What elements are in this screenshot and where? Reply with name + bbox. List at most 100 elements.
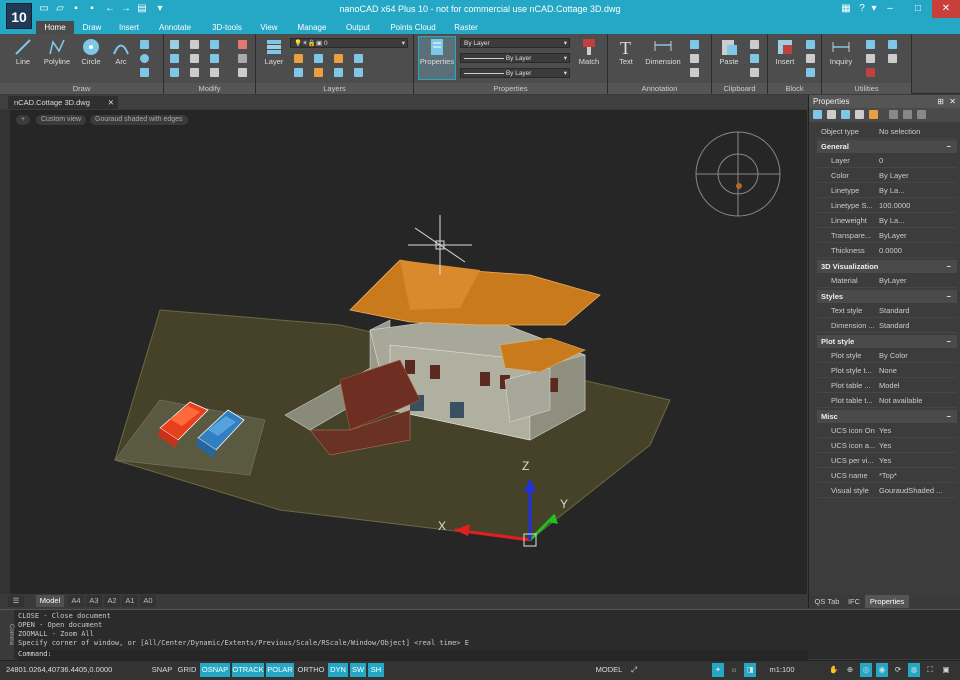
property-row[interactable]: Transpare... ByLayer: [817, 229, 957, 243]
layout-menu-icon[interactable]: ☰: [8, 595, 24, 607]
tab-3d-tools[interactable]: 3D-tools: [204, 21, 250, 34]
stretch-icon[interactable]: [170, 68, 179, 77]
highlight-icon[interactable]: [869, 110, 878, 119]
rectangle-icon[interactable]: [140, 40, 149, 49]
calculator-icon[interactable]: [888, 54, 897, 63]
categorize-icon[interactable]: [903, 110, 912, 119]
property-section[interactable]: Plot style −: [817, 335, 957, 348]
panel-close-icon[interactable]: ✕: [949, 95, 956, 108]
ribbon-toggle-icon[interactable]: ▦: [840, 3, 852, 15]
tab-insert[interactable]: Insert: [112, 21, 146, 34]
paste-button[interactable]: Paste: [714, 37, 744, 66]
property-row[interactable]: UCS icon On Yes: [817, 424, 957, 438]
property-row[interactable]: Text style Standard: [817, 304, 957, 318]
sort-icon[interactable]: [889, 110, 898, 119]
leader-icon[interactable]: [690, 40, 699, 49]
command-input[interactable]: Command:: [18, 650, 808, 660]
property-row[interactable]: Material ByLayer: [817, 274, 957, 288]
scale-icon[interactable]: [190, 68, 199, 77]
property-row[interactable]: UCS icon a... Yes: [817, 439, 957, 453]
zoom-window-icon[interactable]: ◎: [860, 663, 872, 677]
tab-properties[interactable]: Properties: [865, 595, 909, 608]
table-icon[interactable]: [690, 68, 699, 77]
property-row[interactable]: Color By Layer: [817, 169, 957, 183]
text-button[interactable]: T Text: [612, 37, 640, 66]
hatch-icon[interactable]: [140, 68, 149, 77]
layer-match-icon[interactable]: [294, 68, 303, 77]
command-window-handle[interactable]: Comma: [0, 610, 14, 660]
lightbulb-icon[interactable]: ☼: [728, 663, 740, 677]
grid-toggle[interactable]: GRID: [176, 663, 198, 677]
trim-icon[interactable]: [210, 40, 219, 49]
property-row[interactable]: Plot table t... Not available: [817, 394, 957, 408]
close-button[interactable]: ✕: [932, 0, 960, 18]
property-row[interactable]: Linetype By La...: [817, 184, 957, 198]
layer-unlock-icon[interactable]: [334, 68, 343, 77]
tab-home[interactable]: Home: [36, 21, 74, 34]
view-compass[interactable]: [695, 131, 781, 217]
collapse-icon[interactable]: −: [947, 290, 951, 303]
arc-button[interactable]: Arc: [108, 37, 134, 66]
tab-draw[interactable]: Draw: [76, 21, 108, 34]
sh-toggle[interactable]: SH: [368, 663, 384, 677]
copy-clip-icon[interactable]: [750, 54, 759, 63]
drawing-viewport[interactable]: + Custom view Gouraud shaded with edges: [10, 110, 807, 594]
property-row[interactable]: Plot style By Color: [817, 349, 957, 363]
cut-icon[interactable]: [750, 40, 759, 49]
property-row[interactable]: Plot table ... Model: [817, 379, 957, 393]
minimize-button[interactable]: –: [876, 0, 904, 18]
move-icon[interactable]: [170, 40, 179, 49]
viewport-lock-icon[interactable]: ⤢: [628, 663, 640, 677]
quick-select-panel-icon[interactable]: [841, 110, 850, 119]
sw-toggle[interactable]: SW: [350, 663, 366, 677]
app-logo[interactable]: 10: [6, 3, 32, 29]
document-tab-close-icon[interactable]: ✕: [108, 96, 114, 109]
id-point-icon[interactable]: [866, 54, 875, 63]
layout-tab-a0[interactable]: A0: [140, 595, 156, 607]
tab-output[interactable]: Output: [338, 21, 378, 34]
attribute-icon[interactable]: [806, 68, 815, 77]
property-row[interactable]: Visual style GouraudShaded ...: [817, 484, 957, 498]
color-combo[interactable]: By Layer ▾: [460, 38, 570, 48]
circle-button[interactable]: Circle: [76, 37, 106, 66]
orbit-icon[interactable]: ⟳: [892, 663, 904, 677]
edit-block-icon[interactable]: [806, 54, 815, 63]
explode-icon[interactable]: [238, 54, 247, 63]
pan-hand-icon[interactable]: ✋: [828, 663, 840, 677]
expand-icon[interactable]: [917, 110, 926, 119]
polar-toggle[interactable]: POLAR: [266, 663, 294, 677]
property-row[interactable]: Plot style t... None: [817, 364, 957, 378]
isolate-objects-icon[interactable]: ◨: [744, 663, 756, 677]
properties-button[interactable]: Properties: [418, 36, 456, 80]
zoom-icon[interactable]: ⊕: [844, 663, 856, 677]
lineweight-combo[interactable]: By Layer ▾: [460, 68, 570, 78]
linetype-combo[interactable]: By Layer ▾: [460, 53, 570, 63]
tab-qs[interactable]: QS Tab: [811, 595, 843, 608]
toggle-pickadd-icon[interactable]: [813, 110, 822, 119]
erase-icon[interactable]: [238, 40, 247, 49]
tab-annotate[interactable]: Annotate: [152, 21, 198, 34]
property-row[interactable]: Layer 0: [817, 154, 957, 168]
insert-button[interactable]: Insert: [770, 37, 800, 66]
model-space-indicator[interactable]: MODEL: [594, 663, 624, 677]
layout-tab-a4[interactable]: A4: [68, 595, 84, 607]
layout-tab-model[interactable]: Model: [36, 595, 64, 607]
status-menu-icon[interactable]: ▣: [940, 663, 952, 677]
create-block-icon[interactable]: [806, 40, 815, 49]
match-button[interactable]: Match: [574, 37, 604, 66]
layout-tab-a2[interactable]: A2: [104, 595, 120, 607]
property-row[interactable]: Dimension ... Standard: [817, 319, 957, 333]
property-row[interactable]: Linetype S... 100.0000: [817, 199, 957, 213]
fillet-icon[interactable]: [210, 54, 219, 63]
layer-walk-icon[interactable]: [354, 68, 363, 77]
layer-lock-icon[interactable]: [314, 68, 323, 77]
help-icon[interactable]: ?: [856, 3, 868, 15]
ortho-toggle[interactable]: ORTHO: [296, 663, 326, 677]
select-objects-icon[interactable]: [827, 110, 836, 119]
property-row[interactable]: Lineweight By La...: [817, 214, 957, 228]
layer-tool-icon[interactable]: [294, 54, 303, 63]
array-icon[interactable]: [210, 68, 219, 77]
property-section[interactable]: General −: [817, 140, 957, 153]
layout-tab-a1[interactable]: A1: [122, 595, 138, 607]
collapse-icon[interactable]: −: [947, 140, 951, 153]
